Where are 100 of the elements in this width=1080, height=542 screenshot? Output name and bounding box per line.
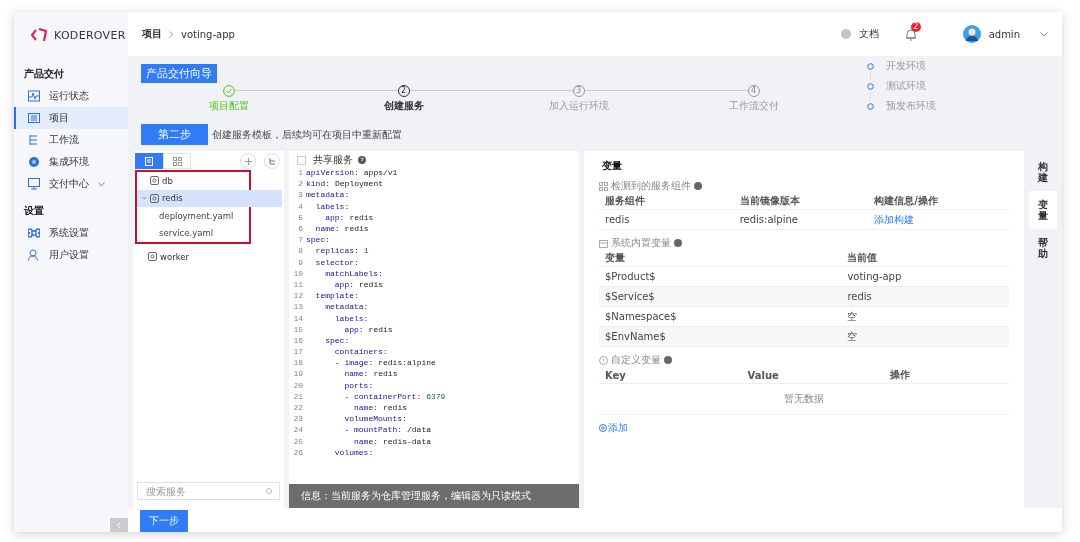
environment-label: 测试环境 xyxy=(886,79,926,93)
code-line: app: redis xyxy=(324,212,374,222)
line-number: 22 xyxy=(292,403,304,413)
step-hint: 创建服务模板，后续均可在项目中重新配置 xyxy=(212,127,402,142)
line-number: 1 xyxy=(297,168,304,178)
checkbox-label: 共享服务 xyxy=(313,153,353,167)
nav-item[interactable]: 工作流 xyxy=(14,129,128,151)
line-number: 26 xyxy=(292,447,304,457)
step-label: 项目配置 xyxy=(208,99,249,113)
tree-file-item[interactable]: deployment.yaml xyxy=(137,207,249,225)
code-line: containers: xyxy=(333,347,388,357)
wizard-title: 产品交付向导 xyxy=(141,64,217,83)
help-icon xyxy=(694,182,702,190)
section-title: 系统内置变量 xyxy=(611,236,671,250)
list-view-tab[interactable] xyxy=(135,153,163,169)
table-cell-text: redis:alpine xyxy=(739,214,799,225)
line-number: 9 xyxy=(297,257,304,267)
table-cell-text: $Product$ xyxy=(605,271,657,282)
tree-file-item[interactable]: service.yaml xyxy=(137,224,249,242)
command-icon xyxy=(28,227,40,239)
line-number: 17 xyxy=(292,347,304,357)
line-number: 24 xyxy=(292,425,304,435)
chevron-left-icon xyxy=(117,521,121,529)
components-icon xyxy=(599,181,608,191)
line-number: 10 xyxy=(292,268,304,278)
gear-icon xyxy=(28,156,40,168)
tree-item[interactable]: redis xyxy=(137,189,282,207)
code-line: - image: redis:alpine xyxy=(333,358,436,368)
nav-item[interactable]: 集成环境 xyxy=(14,151,128,173)
column-header: Key xyxy=(605,369,627,381)
avatar-icon xyxy=(962,25,981,43)
step-badge: 第二步 xyxy=(141,124,208,145)
line-number: 19 xyxy=(292,369,304,379)
nav-item[interactable]: 项目 xyxy=(14,107,128,129)
box-icon xyxy=(599,238,608,248)
code-line: name: redis xyxy=(343,369,398,379)
next-button[interactable]: 下一步 xyxy=(140,510,188,532)
code-line: template: xyxy=(314,291,359,301)
line-number: 23 xyxy=(292,414,304,424)
ring-icon xyxy=(867,102,874,110)
ring-icon xyxy=(867,62,874,70)
side-tab[interactable]: 变量 xyxy=(1029,191,1057,229)
code-line: volumeMounts: xyxy=(343,414,407,424)
line-number: 21 xyxy=(292,391,304,401)
plus-circle-icon xyxy=(599,424,607,432)
code-line: spec: xyxy=(324,335,350,345)
docs-link[interactable]: 文档 xyxy=(858,27,879,41)
code-line: volumes: xyxy=(333,447,374,457)
tree-button[interactable] xyxy=(264,153,280,169)
line-number: 6 xyxy=(297,224,304,234)
help-icon xyxy=(358,156,366,164)
nav-item[interactable]: 交付中心 xyxy=(14,173,128,195)
code-line: name: redis-data xyxy=(353,436,432,446)
user-icon xyxy=(28,249,40,261)
table-cell-text: 空 xyxy=(847,329,859,344)
table-cell-text: $Service$ xyxy=(605,291,656,302)
list-icon xyxy=(28,112,40,124)
service-icon xyxy=(150,176,159,186)
line-number: 16 xyxy=(292,335,304,345)
flow-icon xyxy=(28,134,40,146)
column-header: 服务组件 xyxy=(605,194,646,208)
line-number: 25 xyxy=(292,436,304,446)
side-tab[interactable]: 构建 xyxy=(1029,153,1057,191)
breadcrumb-current: voting-app xyxy=(181,28,235,40)
grid-view-tab[interactable] xyxy=(163,153,191,169)
info-circle-icon xyxy=(599,355,608,365)
code-line: app: redis xyxy=(333,279,384,289)
bell-icon[interactable] xyxy=(904,27,917,41)
line-number: 14 xyxy=(292,313,304,323)
section-title: 设置 xyxy=(23,204,45,218)
add-button[interactable] xyxy=(240,153,256,169)
code-line: matchLabels: xyxy=(324,268,383,278)
side-tab[interactable]: 帮助 xyxy=(1029,229,1057,267)
breadcrumb-link[interactable]: 项目 xyxy=(142,27,162,41)
step-label: 创建服务 xyxy=(383,99,424,113)
table-cell-text: redis xyxy=(605,214,631,225)
code-line: apiVersion: apps/v1 xyxy=(306,168,398,178)
checkbox[interactable] xyxy=(297,155,306,165)
add-build-link[interactable]: 添加构建 xyxy=(874,213,915,225)
line-number: 8 xyxy=(297,246,304,256)
add-link[interactable]: 添加 xyxy=(608,421,628,435)
chevron-down-icon[interactable] xyxy=(1040,31,1048,37)
pulse-icon xyxy=(28,90,40,102)
search-field[interactable]: 搜索服务 xyxy=(137,482,280,500)
table-cell-text: 空 xyxy=(847,309,859,324)
nav-item[interactable]: 运行状态 xyxy=(14,85,128,107)
table-cell-text: $Namespace$ xyxy=(605,311,678,322)
step-label: 工作流交付 xyxy=(728,99,779,113)
line-number: 18 xyxy=(292,358,304,368)
tree-item[interactable]: worker xyxy=(135,248,282,266)
code-line: - mountPath: /data xyxy=(343,425,432,435)
code-line: name: redis xyxy=(314,224,369,234)
chevron-right-icon xyxy=(169,30,174,38)
service-icon xyxy=(150,193,159,203)
nav-item[interactable]: 系统设置 xyxy=(14,222,128,244)
logo-icon xyxy=(31,28,49,42)
tree-item[interactable]: db xyxy=(137,172,249,190)
nav-item[interactable]: 用户设置 xyxy=(14,244,128,266)
user-name[interactable]: admin xyxy=(988,28,1020,40)
plus-icon xyxy=(244,157,252,165)
